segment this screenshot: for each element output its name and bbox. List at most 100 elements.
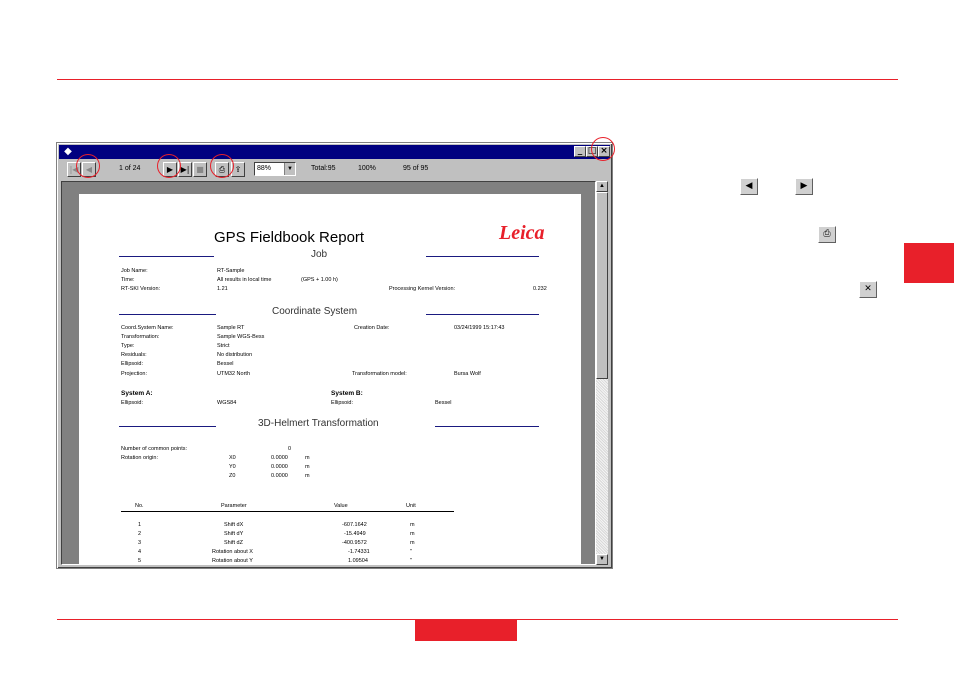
common-points-label: Number of common points: [121, 446, 188, 452]
job-name-label: Job Name: [121, 268, 148, 274]
coord-label: Coord.System Name: [121, 325, 174, 331]
report-page: GPS Fieldbook Report Leica Job Job Name:… [79, 194, 581, 564]
coord-value: Bessel [217, 361, 234, 367]
param-value: -1.74331 [348, 549, 370, 555]
origin-unit: m [305, 473, 310, 479]
param-no: 1 [138, 522, 142, 528]
rotation-origin-label: Rotation origin: [121, 455, 158, 461]
scroll-up-icon[interactable]: ▲ [596, 181, 608, 192]
param-value: 1.09504 [348, 558, 368, 564]
section-rule [119, 256, 214, 257]
time-label: Time: [121, 277, 135, 283]
coord-value: Sample WGS-Bess [217, 334, 265, 340]
chapter-tab [904, 243, 954, 283]
creation-date-label: Creation Date: [354, 325, 390, 331]
system-a-label: System A: [121, 390, 153, 397]
section-rule [435, 426, 539, 427]
system-menu-icon[interactable]: ◆ [62, 146, 74, 158]
scroll-down-icon[interactable]: ▼ [596, 554, 608, 565]
version-value: 1.21 [217, 286, 228, 292]
page-indicator: 1 of 24 [119, 165, 141, 172]
param-no: 3 [138, 540, 142, 546]
common-points-value: 0 [288, 446, 292, 452]
report-viewer-window: ◆ _ □ × |◀ ◀ 1 of 24 ▶ ▶| ■ ⎙ ⇪ 88% ▼ To… [56, 142, 613, 569]
previous-page-icon: ◀ [740, 178, 758, 195]
origin-axis: X0 [229, 455, 236, 461]
param-unit: " [410, 549, 412, 555]
origin-unit: m [305, 464, 310, 470]
scroll-thumb[interactable] [596, 192, 608, 379]
section-rule [426, 314, 539, 315]
coord-label: Projection: [121, 371, 147, 377]
version-label: RT-SKI Version: [121, 286, 161, 292]
param-value: -400.9572 [342, 540, 367, 546]
report-view-area[interactable]: GPS Fieldbook Report Leica Job Job Name:… [61, 181, 596, 565]
kernel-value: 0.232 [533, 286, 547, 292]
percent-processed: 100% [358, 165, 376, 172]
ellipsoid-b-label: Ellipsoid: [331, 400, 354, 406]
toolbar: |◀ ◀ 1 of 24 ▶ ▶| ■ ⎙ ⇪ 88% ▼ Total:95 1… [59, 160, 610, 180]
print-icon: ⎙ [818, 226, 836, 243]
section-rule [119, 426, 216, 427]
column-header-value: Value [334, 503, 348, 509]
origin-value: 0.0000 [271, 464, 288, 470]
highlight-circle [157, 154, 181, 178]
kernel-label: Processing Kernel Version: [389, 286, 456, 292]
origin-value: 0.0000 [271, 455, 288, 461]
leica-logo: Leica [499, 222, 545, 244]
model-value: Bursa Wolf [454, 371, 481, 377]
time-offset: (GPS + 1.00 h) [301, 277, 338, 283]
zoom-select[interactable]: 88% ▼ [254, 162, 296, 176]
coord-value: Sample RT [217, 325, 245, 331]
job-name-value: RT-Sample [217, 268, 245, 274]
ellipsoid-b-value: Bessel [435, 400, 452, 406]
section-helmert: 3D-Helmert Transformation [258, 418, 379, 429]
param-unit: m [410, 540, 415, 546]
coord-label: Ellipsoid: [121, 361, 144, 367]
coord-label: Transformation: [121, 334, 160, 340]
coord-label: Residuals: [121, 352, 147, 358]
param-value: -15.4949 [344, 531, 366, 537]
param-name: Shift dZ [224, 540, 243, 546]
section-coordinate-system: Coordinate System [272, 306, 358, 317]
vertical-scrollbar[interactable]: ▲ ▼ [596, 181, 608, 565]
param-unit: " [410, 558, 412, 564]
footer-tab [415, 620, 517, 641]
system-b-label: System B: [331, 390, 363, 397]
param-unit: m [410, 522, 415, 528]
table-header-rule [121, 511, 454, 512]
column-header-unit: Unit [406, 503, 416, 509]
record-count: 95 of 95 [403, 165, 429, 172]
origin-unit: m [305, 455, 310, 461]
section-job: Job [311, 249, 328, 260]
coord-value: UTM32 North [217, 371, 251, 377]
origin-value: 0.0000 [271, 473, 288, 479]
time-value: All results in local time [217, 277, 272, 283]
stop-icon[interactable]: ■ [193, 162, 207, 177]
zoom-value: 88% [257, 165, 272, 172]
top-rule [57, 79, 898, 80]
section-rule [426, 256, 539, 257]
coord-value: No distribution [217, 352, 253, 358]
section-rule [119, 314, 216, 315]
coord-label: Type: [121, 343, 135, 349]
report-title: GPS Fieldbook Report [214, 229, 365, 246]
creation-date-value: 03/24/1999 15:17:43 [454, 325, 505, 331]
chevron-down-icon[interactable]: ▼ [284, 163, 295, 175]
param-name: Rotation about X [212, 549, 253, 555]
param-no: 5 [138, 558, 142, 564]
ellipsoid-a-label: Ellipsoid: [121, 400, 144, 406]
coord-value: Strict [217, 343, 230, 349]
total-records: Total:95 [311, 165, 336, 172]
model-label: Transformation model: [352, 371, 407, 377]
param-no: 4 [138, 549, 142, 555]
param-name: Rotation about Y [212, 558, 253, 564]
ellipsoid-a-value: WGS84 [217, 400, 237, 406]
param-name: Shift dY [224, 531, 244, 537]
title-bar[interactable]: ◆ _ □ × [59, 145, 610, 159]
minimize-button[interactable]: _ [574, 146, 586, 157]
param-no: 2 [138, 531, 142, 537]
origin-axis: Z0 [229, 473, 236, 479]
param-unit: m [410, 531, 415, 537]
origin-axis: Y0 [229, 464, 236, 470]
